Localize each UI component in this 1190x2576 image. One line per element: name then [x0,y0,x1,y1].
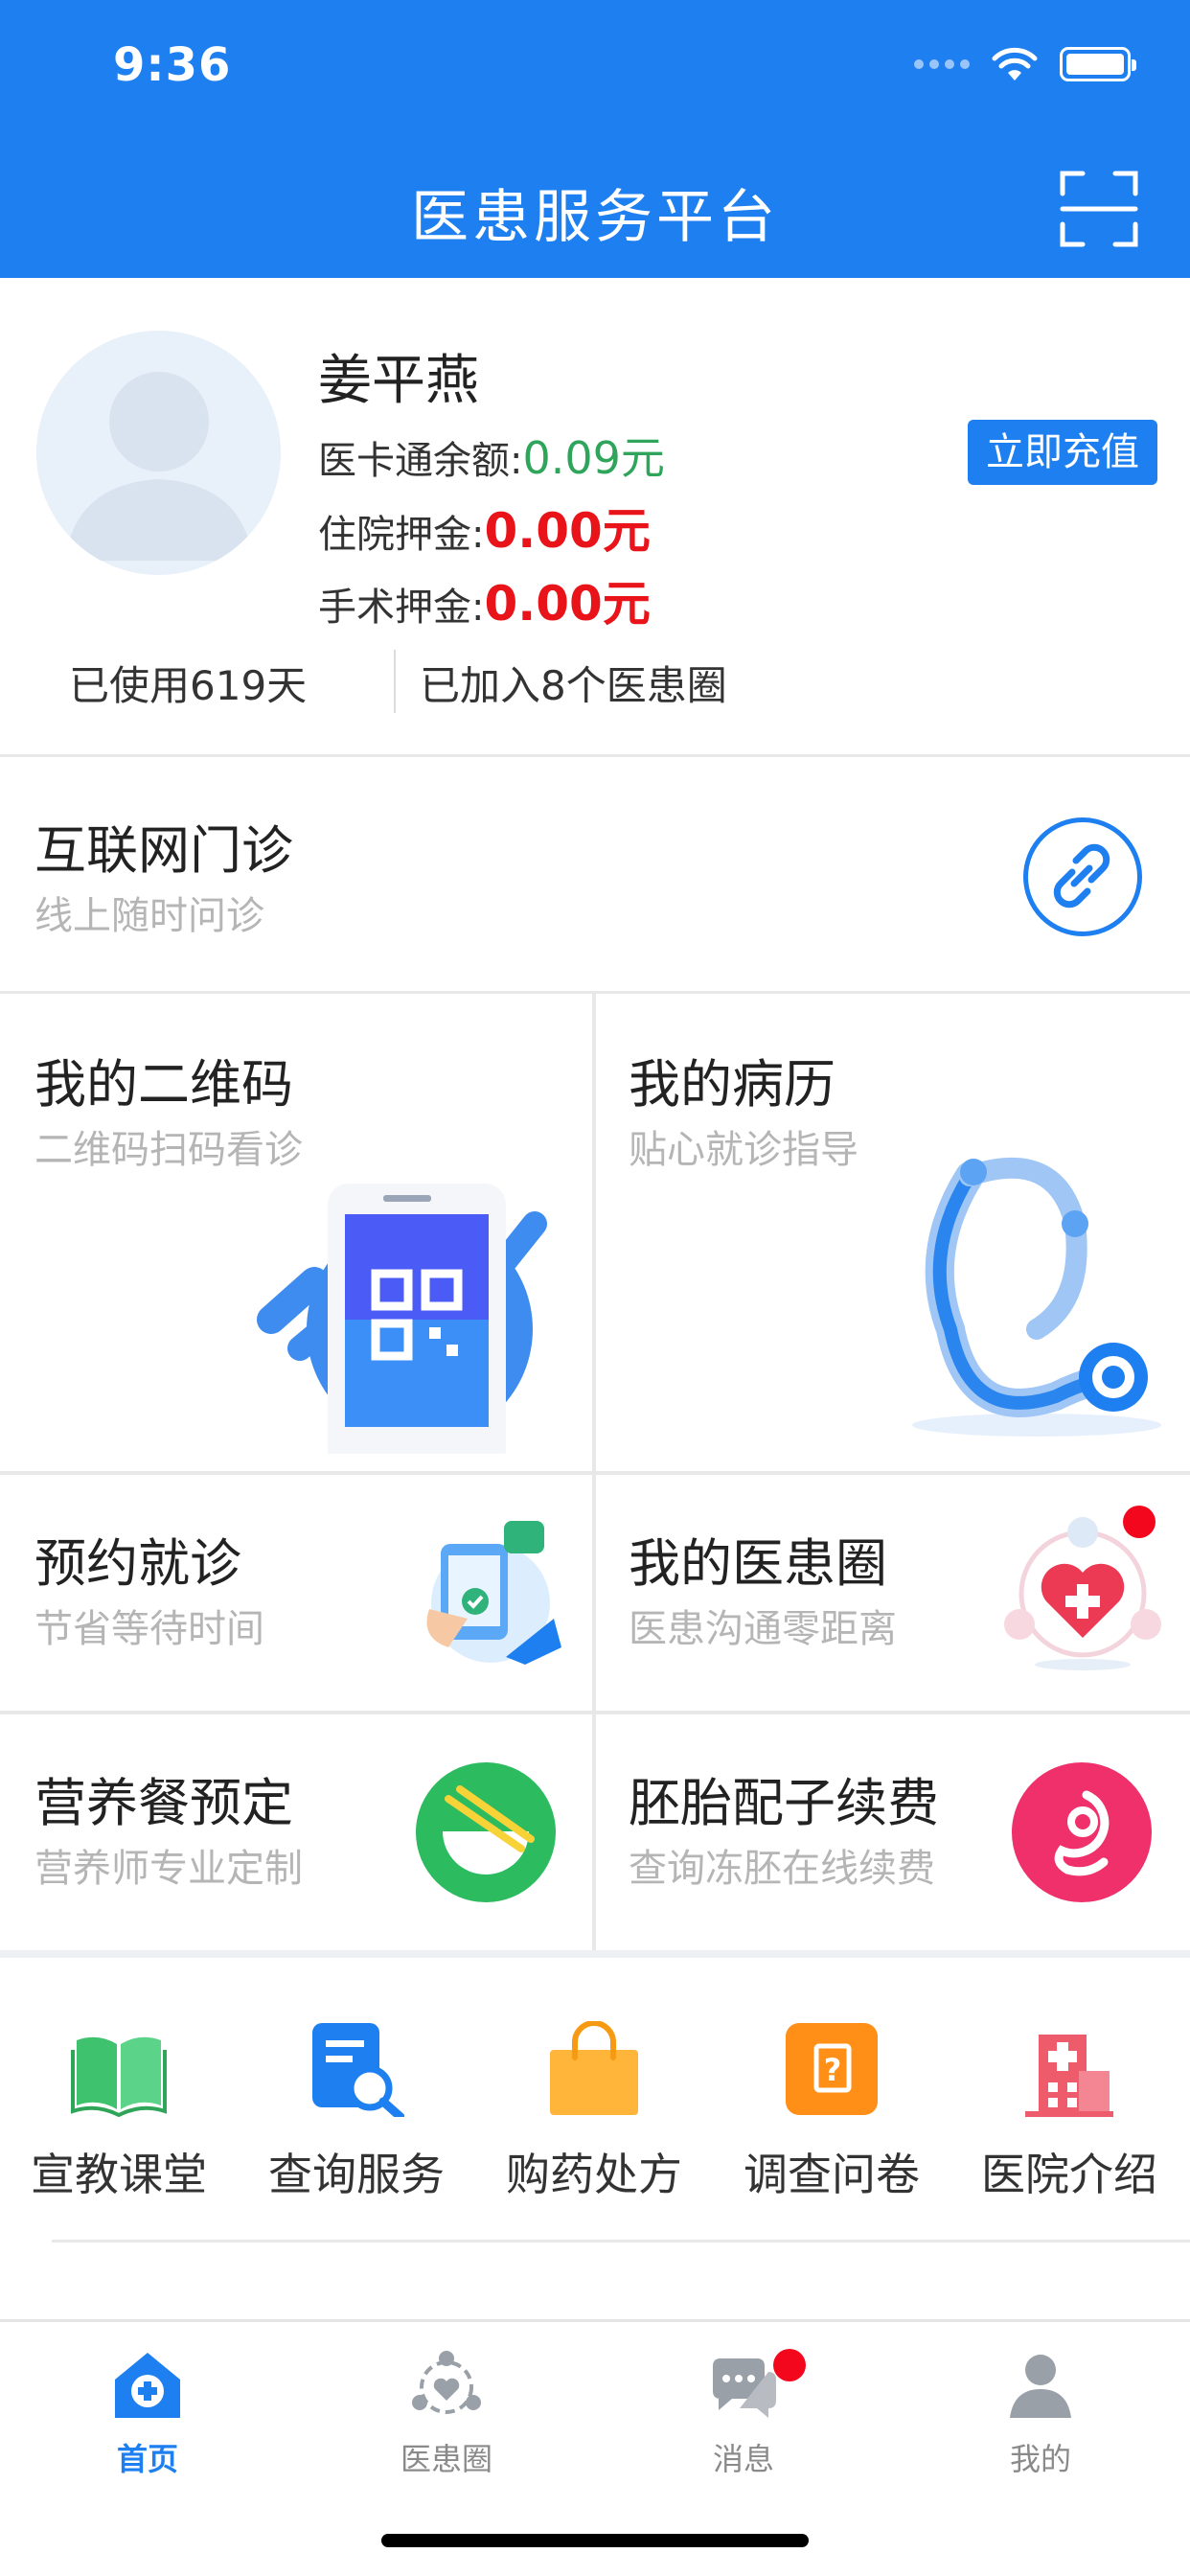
stat-divider [394,650,396,713]
card-title: 营养餐预定 [34,1773,293,1833]
tab-home[interactable]: 首页 [52,2349,243,2479]
card-subtitle: 查询冻胚在线续费 [629,1847,935,1891]
quick-link-survey[interactable]: ? 调查问卷 [713,1960,950,2209]
page-title: 医患服务平台 [411,184,779,251]
avatar-placeholder-icon [65,372,253,561]
status-icons [914,46,1136,82]
book-icon [71,2036,167,2117]
signal-icon [914,59,970,69]
card-balance-label: 医卡通余额: [318,439,523,483]
svg-text:?: ? [824,2052,842,2088]
card-title: 我的二维码 [34,1054,293,1115]
tab-label: 医患圈 [400,2441,492,2477]
divider [52,2240,1190,2242]
days-used-stat: 已使用619天 [69,662,308,709]
quick-links: 宣教课堂 查询服务 购药处方 ? 调查问卷 医院介绍 [0,1960,1190,2247]
hospital-icon [1025,2035,1113,2117]
questionnaire-icon: ? [786,2023,878,2115]
clinic-title: 互联网门诊 [34,820,293,881]
doctor-patient-circle-card[interactable]: 我的医患圈 医患沟通零距离 [596,1475,1190,1711]
quick-link-label: 查询服务 [268,2149,445,2200]
card-title: 我的病历 [629,1054,835,1115]
circle-icon [412,2351,481,2414]
medical-record-card[interactable]: 我的病历 贴心就诊指导 [596,994,1190,1471]
wifi-icon [992,47,1038,80]
quick-link-education[interactable]: 宣教课堂 [0,1960,238,2209]
profile-card: 姜平燕 医卡通余额:0.09元 住院押金:0.00元 手术押金:0.00元 立即… [0,278,1190,757]
embryo-renewal-card[interactable]: 胚胎配子续费 查询冻胚在线续费 [596,1714,1190,1950]
notification-badge [1123,1506,1156,1538]
message-badge [773,2349,806,2381]
card-balance-row: 医卡通余额:0.09元 [318,424,665,487]
embryo-icon [1012,1762,1152,1902]
home-icon [115,2353,180,2418]
tab-profile[interactable]: 我的 [945,2349,1136,2479]
card-title: 胚胎配子续费 [629,1773,939,1833]
appointment-card[interactable]: 预约就诊 节省等待时间 [0,1475,592,1711]
search-doc-icon [312,2023,404,2117]
user-name: 姜平燕 [318,350,479,412]
quick-link-label: 宣教课堂 [31,2149,207,2200]
hospital-deposit-label: 住院押金: [318,513,485,557]
recharge-button[interactable]: 立即充值 [968,420,1157,485]
hospital-deposit-value: 0.00元 [484,503,651,559]
circles-joined-stat[interactable]: 已加入8个医患圈 [420,654,727,712]
tab-label: 我的 [1009,2441,1071,2477]
quick-link-query[interactable]: 查询服务 [238,1960,475,2209]
qr-code-card[interactable]: 我的二维码 二维码扫码看诊 [0,994,592,1471]
bowl-icon [416,1762,556,1902]
scan-icon[interactable] [1060,171,1138,247]
card-subtitle: 节省等待时间 [34,1607,264,1651]
quick-link-label: 调查问卷 [744,2149,920,2200]
surgery-deposit-label: 手术押金: [318,586,485,630]
tab-circle[interactable]: 医患圈 [351,2349,542,2479]
avatar[interactable] [36,331,281,575]
tab-messages[interactable]: 消息 [648,2349,839,2479]
quick-link-label: 医院介绍 [981,2149,1157,2200]
card-subtitle: 贴心就诊指导 [629,1128,858,1172]
header-bar: 9:36 医患服务平台 [0,0,1190,278]
stethoscope-icon [912,1157,1161,1437]
card-subtitle: 营养师专业定制 [34,1847,303,1891]
quick-link-pharmacy[interactable]: 购药处方 [475,1960,713,2209]
internet-clinic-card[interactable]: 互联网门诊 线上随时问诊 [0,760,1190,994]
battery-icon [1060,47,1136,81]
chat-icon [713,2358,776,2418]
card-subtitle: 医患沟通零距离 [629,1607,897,1651]
quick-link-hospital[interactable]: 医院介绍 [950,1960,1188,2209]
quick-link-label: 购药处方 [506,2149,682,2200]
tab-label: 消息 [712,2441,774,2477]
qr-phone-icon [257,1184,547,1454]
surgery-deposit-row: 手术押金:0.00元 [318,565,651,634]
shopping-bag-icon [550,2021,638,2115]
card-title: 预约就诊 [34,1533,241,1594]
home-indicator[interactable] [381,2534,809,2547]
section-divider [0,1950,1190,1958]
link-icon [1023,817,1142,936]
user-icon [1010,2355,1071,2418]
surgery-deposit-value: 0.00元 [484,576,651,632]
appointment-icon [426,1521,561,1665]
status-time: 9:36 [113,38,232,92]
card-balance-value: 0.09元 [522,432,665,484]
card-title: 我的医患圈 [629,1533,887,1594]
nutrition-meal-card[interactable]: 营养餐预定 营养师专业定制 [0,1714,592,1950]
hospital-deposit-row: 住院押金:0.00元 [318,493,651,562]
tab-label: 首页 [116,2441,178,2477]
clinic-subtitle: 线上随时问诊 [34,894,264,938]
